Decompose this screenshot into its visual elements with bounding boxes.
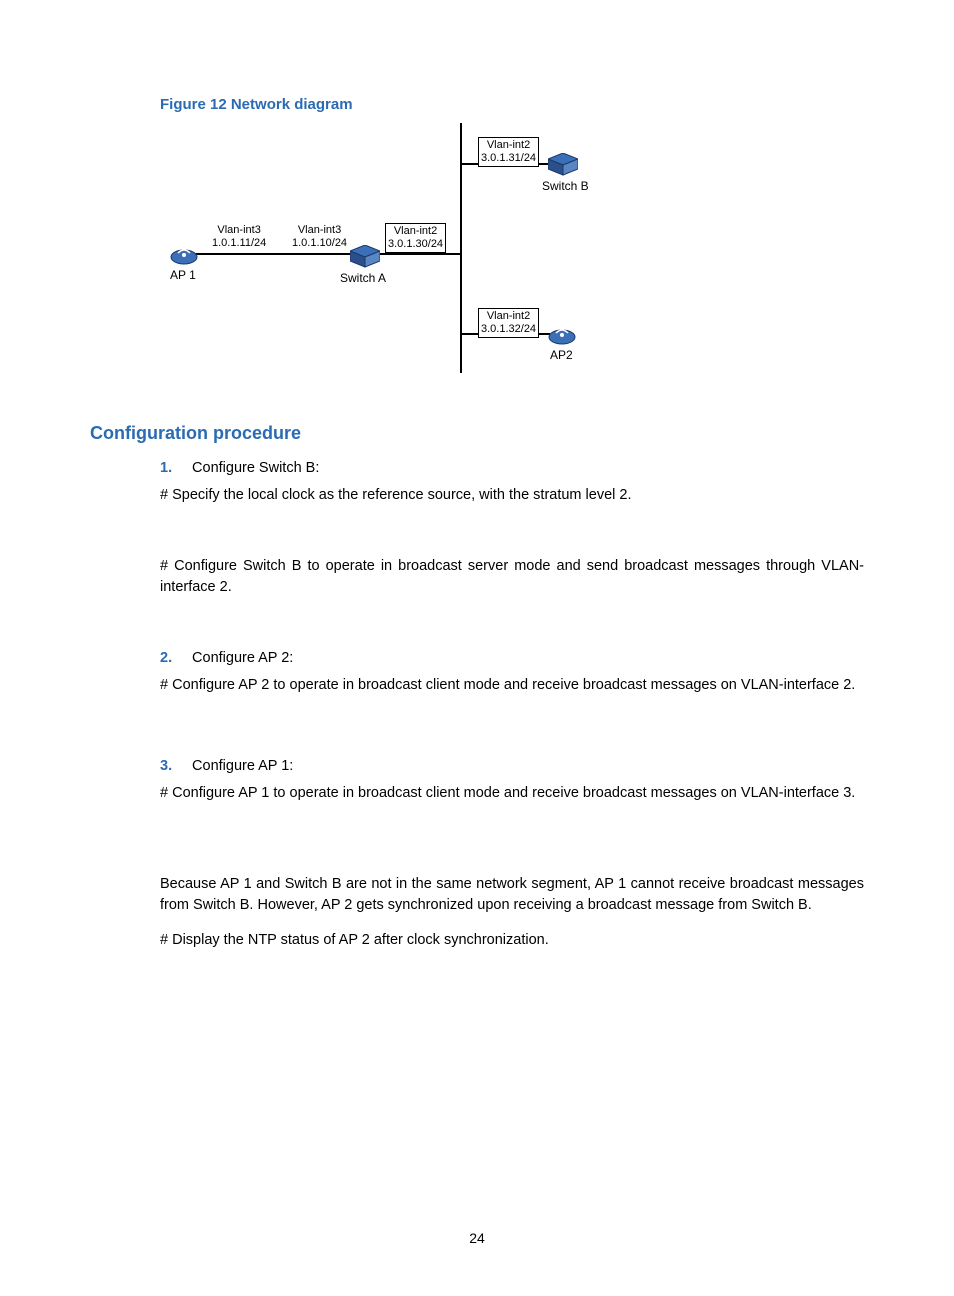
step-item: 3. Configure AP 1: <box>160 756 864 777</box>
step-text: # Configure AP 2 to operate in broadcast… <box>160 675 864 696</box>
step-text: # Specify the local clock as the referen… <box>160 485 864 506</box>
vlan-label-ap2: Vlan-int23.0.1.32/24 <box>478 308 539 338</box>
step-item: 2. Configure AP 2: <box>160 648 864 669</box>
switch-icon <box>350 245 380 265</box>
step-number: 2. <box>160 648 188 669</box>
vlan-label-switchA-right: Vlan-int23.0.1.30/24 <box>385 223 446 253</box>
body-paragraph: Because AP 1 and Switch B are not in the… <box>160 874 864 916</box>
step-title: Configure AP 1: <box>192 758 293 774</box>
device-label-switchB: Switch B <box>542 179 589 193</box>
step-title: Configure Switch B: <box>192 460 319 476</box>
step-title: Configure AP 2: <box>192 650 293 666</box>
switch-icon <box>548 153 578 173</box>
document-page: Figure 12 Network diagram Vlan-int23.0.1… <box>0 0 954 1296</box>
step-number: 3. <box>160 756 188 777</box>
vlan-label-ap1: Vlan-int31.0.1.11/24 <box>210 223 268 251</box>
page-number: 24 <box>0 1230 954 1246</box>
step-text: # Configure Switch B to operate in broad… <box>160 556 864 598</box>
device-label-ap1: AP 1 <box>170 268 196 282</box>
vlan-label-switchA-left: Vlan-int31.0.1.10/24 <box>290 223 349 251</box>
access-point-icon <box>170 243 198 263</box>
section-heading: Configuration procedure <box>90 423 864 444</box>
vlan-label-switchB: Vlan-int23.0.1.31/24 <box>478 137 539 167</box>
device-label-switchA: Switch A <box>340 271 386 285</box>
figure-caption: Figure 12 Network diagram <box>160 96 864 113</box>
device-label-ap2: AP2 <box>550 348 573 362</box>
step-text: # Configure AP 1 to operate in broadcast… <box>160 783 864 804</box>
access-point-icon <box>548 323 576 343</box>
body-paragraph: # Display the NTP status of AP 2 after c… <box>160 930 864 951</box>
content-block: 1. Configure Switch B: # Specify the loc… <box>160 458 864 951</box>
network-diagram: Vlan-int23.0.1.31/24 Switch B Vlan-int23… <box>160 123 600 393</box>
step-number: 1. <box>160 458 188 479</box>
step-item: 1. Configure Switch B: <box>160 458 864 479</box>
